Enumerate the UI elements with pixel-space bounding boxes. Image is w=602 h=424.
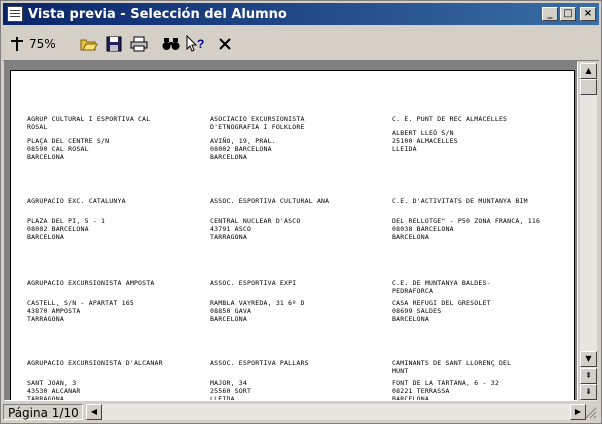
list-item: ASSOC. ESPORTIVA EXPI RAMBLA VAYREDA, 31 … <box>210 279 305 323</box>
list-item: CAMINANTS DE SANT LLORENÇ DEL MUNT FONT D… <box>392 359 512 401</box>
preview-window: Vista previa - Selección del Alumno _ □ … <box>0 0 602 424</box>
list-item: AGRUPACIO EXC. CATALUNYA PLAZA DEL PI, 5 … <box>27 197 126 241</box>
list-item: ASSOC. ESPORTIVA PALLARS MAJOR, 34 25560 … <box>210 359 309 401</box>
page-up-button[interactable]: ⇞ <box>580 368 597 384</box>
resize-grip-icon[interactable] <box>585 407 597 419</box>
print-icon[interactable] <box>130 31 148 57</box>
toolbar: 75% ? <box>3 27 599 61</box>
save-disk-icon[interactable] <box>106 31 122 57</box>
list-item: AGRUP CULTURAL I ESPORTIVA CAL ROSAL PLAÇ… <box>27 115 151 161</box>
horizontal-scrollbar[interactable]: ◀ ▶ <box>86 404 586 420</box>
status-bar: Página 1/10 ◀ ▶ <box>3 403 599 421</box>
preview-area[interactable]: AGRUP CULTURAL I ESPORTIVA CAL ROSAL PLAÇ… <box>4 61 578 401</box>
scroll-down-button[interactable]: ▼ <box>580 351 597 367</box>
list-item: C.E. D'ACTIVITATS DE MUNTANYA BIM DEL REL… <box>392 197 541 241</box>
title-bar[interactable]: Vista previa - Selección del Alumno _ □ … <box>3 3 599 25</box>
find-binoculars-icon[interactable] <box>162 31 180 57</box>
help-pointer-icon[interactable]: ? <box>186 31 206 57</box>
open-folder-icon[interactable] <box>80 31 98 57</box>
close-button[interactable]: × <box>580 7 596 21</box>
window-icon[interactable] <box>7 6 23 22</box>
list-item: ASOCIACIO EXCURSIONISTA D'ETNOGRAFIA I F… <box>210 115 305 161</box>
report-page: AGRUP CULTURAL I ESPORTIVA CAL ROSAL PLAÇ… <box>10 70 575 401</box>
window-title: Vista previa - Selección del Alumno <box>28 6 287 22</box>
scroll-right-button[interactable]: ▶ <box>570 404 586 420</box>
list-item: C.E. DE MUNTANYA BALDES- PEDRAFORCA CASA … <box>392 279 491 323</box>
close-x-icon[interactable] <box>218 31 232 57</box>
svg-text:?: ? <box>197 37 204 51</box>
zoom-pin-icon[interactable] <box>9 31 25 57</box>
vertical-scrollbar[interactable]: ▲ ▼ ⇞ ⇟ <box>580 63 597 401</box>
scroll-left-button[interactable]: ◀ <box>86 404 102 420</box>
list-item: ASSOC. ESPORTIVA CULTURAL ANA CENTRAL NUC… <box>210 197 330 241</box>
page-indicator: Página 1/10 <box>3 404 83 420</box>
maximize-button[interactable]: □ <box>560 7 576 21</box>
minimize-button[interactable]: _ <box>542 7 558 21</box>
list-item: AGRUPACIO EXCURSIONISTA AMPOSTA CASTELL, … <box>27 279 155 323</box>
zoom-level[interactable]: 75% <box>29 37 56 51</box>
page-down-button[interactable]: ⇟ <box>580 384 597 400</box>
scroll-up-button[interactable]: ▲ <box>580 63 597 79</box>
list-item: C. E. PUNT DE REC ALMACELLES ALBERT LLEÓ … <box>392 115 508 153</box>
scroll-thumb[interactable] <box>580 79 597 95</box>
list-item: AGRUPACIO EXCURSIONISTA D'ALCANAR SANT JO… <box>27 359 163 401</box>
